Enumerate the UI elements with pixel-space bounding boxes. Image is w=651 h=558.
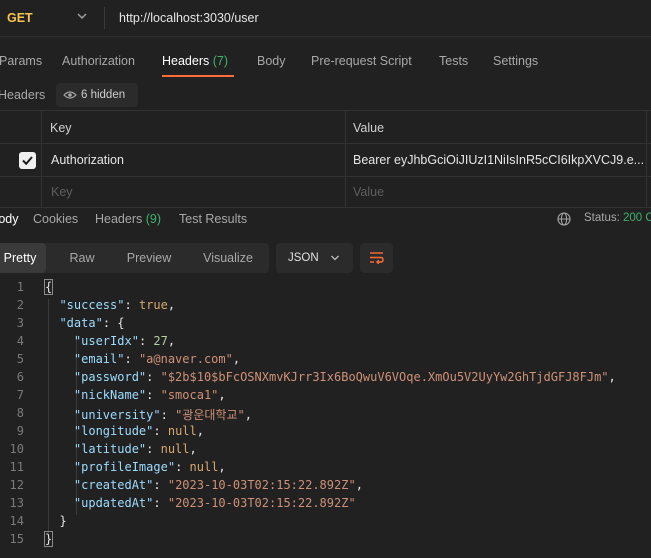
- tab-tests[interactable]: Tests: [439, 54, 468, 68]
- format-label: JSON: [288, 252, 319, 264]
- line-number: 9: [16, 424, 24, 438]
- tab-params[interactable]: Params: [0, 54, 42, 68]
- line-number: 11: [9, 460, 24, 474]
- line-number: 5: [16, 352, 24, 366]
- wrap-lines-button[interactable]: [360, 243, 393, 273]
- active-tab-indicator: [162, 75, 234, 77]
- line-number: 2: [16, 298, 24, 312]
- line-number: 10: [9, 442, 24, 456]
- view-raw-button[interactable]: Raw: [54, 243, 110, 273]
- code-line: "updatedAt": "2023-10-03T02:15:22.892Z": [73, 496, 356, 510]
- code-line: "success": true,: [59, 298, 176, 312]
- eye-icon: [63, 91, 77, 99]
- line-number: 13: [9, 496, 24, 510]
- code-line: "email": "a@naver.com",: [73, 352, 241, 366]
- hidden-headers-toggle[interactable]: 6 hidden: [56, 83, 138, 107]
- hidden-headers-label: 6 hidden: [81, 89, 126, 101]
- response-tabs: Body Cookies Headers (9) Test Results St…: [0, 207, 651, 233]
- response-body-editor[interactable]: 1 {2 "success": true, 3 "data": { 4 "userId…: [0, 278, 651, 558]
- column-header-key: Key: [50, 121, 72, 135]
- response-toolbar: Pretty Raw Preview Visualize JSON: [0, 243, 651, 275]
- code-line: {: [43, 279, 54, 295]
- line-number: 1: [16, 280, 24, 294]
- divider: [0, 143, 651, 144]
- tab-authorization[interactable]: Authorization: [62, 54, 135, 68]
- divider: [0, 176, 651, 177]
- divider: [104, 7, 105, 29]
- code-line: "password": "$2b$10$bFcOSNXmvKJrr3Ix6BoQ…: [73, 370, 616, 384]
- request-tabs: Params Authorization Headers (7) Body Pr…: [0, 40, 651, 78]
- headers-subbar: Headers 6 hidden: [0, 82, 651, 108]
- code-line: "createdAt": "2023-10-03T02:15:22.892Z",: [73, 478, 363, 492]
- method-dropdown[interactable]: GET: [0, 0, 100, 36]
- line-number: 15: [9, 532, 24, 546]
- method-label: GET: [7, 11, 33, 25]
- header-value-field[interactable]: Bearer eyJhbGciOiJIUzI1NiIsInR5cCI6IkpXV…: [353, 153, 644, 167]
- header-key-field[interactable]: Authorization: [51, 153, 124, 167]
- checkmark-icon: [22, 156, 33, 166]
- header-enabled-checkbox[interactable]: [19, 152, 36, 169]
- chevron-down-icon: [331, 255, 339, 261]
- request-url-bar: GET http://localhost:3030/user: [0, 0, 651, 37]
- line-number: 14: [9, 514, 24, 528]
- wrap-lines-icon: [370, 252, 384, 265]
- view-preview-button[interactable]: Preview: [116, 243, 182, 273]
- code-line: "data": {: [59, 316, 125, 330]
- view-pretty-button[interactable]: Pretty: [0, 243, 46, 273]
- code-line: "profileImage": null,: [73, 460, 226, 474]
- code-line: }: [45, 514, 67, 528]
- chevron-down-icon: [77, 13, 87, 20]
- status-indicator: Status: 200 OK: [584, 212, 651, 224]
- line-number: 7: [16, 388, 24, 402]
- headers-section-label: Headers: [0, 88, 46, 102]
- headers-count: (7): [212, 54, 229, 68]
- line-number: 8: [16, 406, 24, 420]
- code-line: "longitude": null,: [73, 424, 204, 438]
- tab-pre-request-script[interactable]: Pre-request Script: [311, 54, 412, 68]
- url-input[interactable]: http://localhost:3030/user: [119, 11, 259, 25]
- globe-icon[interactable]: [557, 212, 571, 226]
- code-line: "nickName": "smoca1",: [73, 388, 226, 402]
- divider: [41, 111, 42, 208]
- tab-test-results[interactable]: Test Results: [179, 212, 247, 226]
- line-number: 4: [16, 334, 24, 348]
- view-mode-group: Pretty Raw Preview Visualize: [0, 243, 269, 273]
- column-header-value: Value: [353, 121, 385, 135]
- tab-response-body[interactable]: Body: [0, 212, 19, 226]
- code-line: }: [43, 531, 54, 547]
- status-code[interactable]: 200 OK: [623, 212, 651, 224]
- view-visualize-button[interactable]: Visualize: [192, 243, 264, 273]
- new-header-value-input[interactable]: Value: [353, 185, 384, 199]
- tab-cookies[interactable]: Cookies: [33, 212, 78, 226]
- code-line: "latitude": null,: [73, 442, 197, 456]
- code-line: "university": "광운대학교",: [73, 408, 252, 422]
- line-number: 6: [16, 370, 24, 384]
- format-dropdown[interactable]: JSON: [276, 243, 353, 273]
- line-number: 3: [16, 316, 24, 330]
- tab-headers[interactable]: Headers (7): [162, 54, 228, 68]
- new-header-key-input[interactable]: Key: [51, 185, 73, 199]
- response-headers-count: (9): [145, 212, 162, 226]
- code-line: "userIdx": 27,: [73, 334, 176, 348]
- divider: [345, 111, 346, 208]
- line-number: 12: [9, 478, 24, 492]
- tab-response-headers[interactable]: Headers (9): [95, 212, 161, 226]
- divider: [646, 111, 647, 208]
- tab-settings[interactable]: Settings: [493, 54, 538, 68]
- headers-table: Key Value Authorization Bearer eyJhbGciO…: [0, 110, 651, 208]
- tab-body[interactable]: Body: [257, 54, 286, 68]
